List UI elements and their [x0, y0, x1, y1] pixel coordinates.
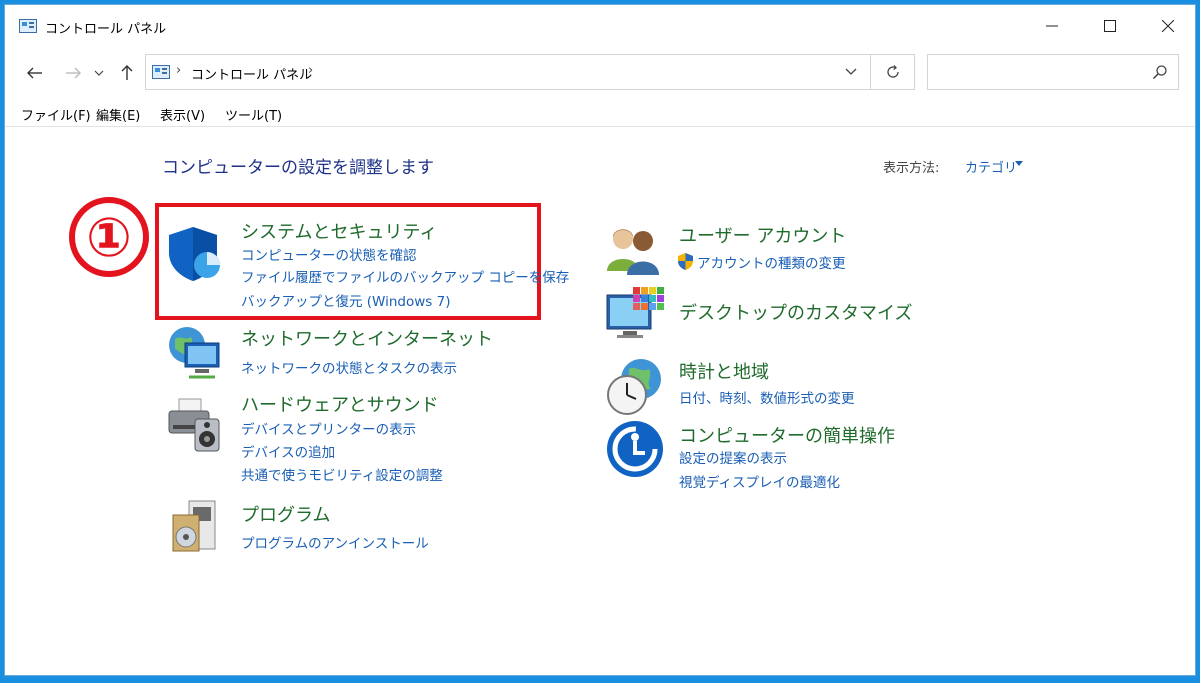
- link-devices-printers[interactable]: デバイスとプリンターの表示: [241, 418, 416, 438]
- address-dropdown-icon[interactable]: [844, 64, 858, 80]
- category-desktop-customize[interactable]: デスクトップのカスタマイズ: [679, 299, 912, 325]
- system-security-shield-icon[interactable]: [165, 223, 225, 283]
- forward-button[interactable]: [61, 59, 85, 87]
- maximize-icon: [1104, 20, 1116, 32]
- programs-icon[interactable]: [167, 497, 227, 557]
- navigation-bar: › コントロール パネル ›: [5, 49, 1195, 97]
- close-icon: [1162, 20, 1174, 32]
- menu-bar: ファイル(F) 編集(E) 表示(V) ツール(T): [5, 100, 1195, 127]
- link-network-status-tasks[interactable]: ネットワークの状態とタスクの表示: [241, 357, 457, 377]
- link-check-computer-status[interactable]: コンピューターの状態を確認: [241, 244, 417, 264]
- up-button[interactable]: [115, 59, 139, 87]
- link-mobility-settings[interactable]: 共通で使うモビリティ設定の調整: [241, 464, 443, 484]
- link-optimize-visual-display[interactable]: 視覚ディスプレイの最適化: [679, 471, 840, 491]
- minimize-icon: [1046, 25, 1058, 27]
- category-network-internet[interactable]: ネットワークとインターネット: [241, 325, 493, 351]
- menu-file[interactable]: ファイル(F): [21, 105, 91, 124]
- category-system-security[interactable]: システムとセキュリティ: [241, 218, 437, 244]
- search-icon[interactable]: [1152, 64, 1168, 80]
- menu-edit[interactable]: 編集(E): [96, 105, 140, 124]
- view-by-dropdown[interactable]: カテゴリ: [965, 157, 1017, 176]
- hardware-sound-printer-icon[interactable]: [165, 395, 225, 455]
- step-marker: ①: [69, 197, 149, 277]
- refresh-icon: [886, 65, 899, 78]
- link-uninstall-program[interactable]: プログラムのアンインストール: [241, 532, 429, 552]
- chevron-down-icon: [94, 70, 104, 76]
- breadcrumb-control-panel[interactable]: コントロール パネル: [191, 64, 312, 83]
- view-by-caret-icon[interactable]: [1015, 161, 1023, 166]
- control-panel-icon: [152, 65, 170, 79]
- close-button[interactable]: [1139, 5, 1195, 47]
- link-file-history-backup[interactable]: ファイル履歴でファイルのバックアップ コピーを保存: [241, 266, 569, 286]
- category-hardware-sound[interactable]: ハードウェアとサウンド: [241, 391, 439, 417]
- category-user-accounts[interactable]: ユーザー アカウント: [679, 222, 846, 248]
- minimize-button[interactable]: [1023, 5, 1081, 47]
- category-clock-region[interactable]: 時計と地域: [679, 358, 769, 384]
- search-input[interactable]: [927, 54, 1179, 90]
- link-change-account-type[interactable]: アカウントの種類の変更: [697, 252, 846, 272]
- menu-tools[interactable]: ツール(T): [225, 105, 282, 124]
- category-programs[interactable]: プログラム: [241, 501, 330, 527]
- title-bar[interactable]: コントロール パネル: [5, 5, 1195, 47]
- ease-of-access-icon[interactable]: [605, 419, 665, 479]
- desktop-customize-icon[interactable]: [605, 285, 665, 345]
- link-backup-restore[interactable]: バックアップと復元 (Windows 7): [241, 290, 450, 310]
- control-panel-window: コントロール パネル › コントロール パネル › ファイル(F) 編集(E) …: [4, 4, 1196, 676]
- back-arrow-icon: [27, 67, 42, 79]
- recent-locations-button[interactable]: [91, 59, 107, 87]
- refresh-button[interactable]: [871, 54, 915, 90]
- link-date-time-format[interactable]: 日付、時刻、数値形式の変更: [679, 387, 855, 407]
- address-bar[interactable]: › コントロール パネル ›: [145, 54, 871, 90]
- window-title: コントロール パネル: [45, 22, 167, 37]
- menu-view[interactable]: 表示(V): [160, 105, 205, 124]
- user-accounts-icon[interactable]: [603, 219, 663, 279]
- back-button[interactable]: [23, 59, 47, 87]
- breadcrumb-separator-icon[interactable]: ›: [308, 63, 313, 78]
- uac-shield-icon: [678, 253, 693, 270]
- breadcrumb-separator-icon[interactable]: ›: [176, 63, 181, 78]
- up-arrow-icon: [121, 65, 133, 80]
- category-ease-of-access[interactable]: コンピューターの簡単操作: [679, 422, 895, 448]
- maximize-button[interactable]: [1081, 5, 1139, 47]
- control-panel-icon: [19, 19, 37, 33]
- link-add-device[interactable]: デバイスの追加: [241, 441, 335, 461]
- clock-region-icon[interactable]: [605, 357, 665, 417]
- forward-arrow-icon: [66, 67, 81, 79]
- view-by-label: 表示方法:: [883, 161, 940, 176]
- link-suggested-settings[interactable]: 設定の提案の表示: [679, 447, 787, 467]
- network-internet-icon[interactable]: [165, 321, 225, 381]
- page-heading: コンピューターの設定を調整します: [162, 158, 434, 178]
